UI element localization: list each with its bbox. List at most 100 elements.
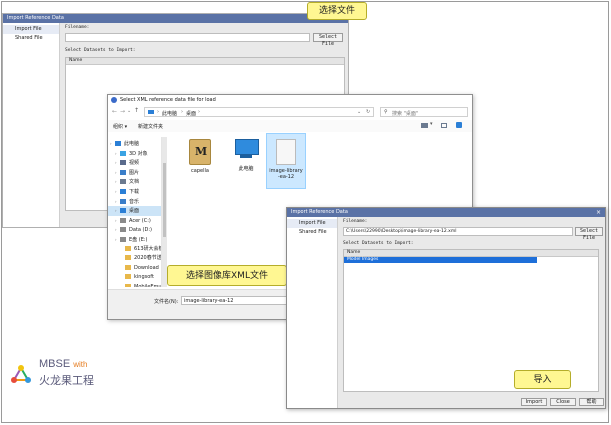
file-item-label: image-library-ea-12 [269, 168, 303, 180]
back-dialog-sidebar: Import File Shared File [3, 23, 60, 227]
logo-with-text: with [73, 360, 88, 369]
back-select-file-button[interactable]: Select File [313, 33, 343, 47]
nav-tree-item-label: 此电脑 [124, 141, 140, 147]
back-arrow-icon[interactable]: ← [112, 108, 117, 115]
nav-tree-item[interactable]: › 此电脑 [108, 139, 161, 149]
address-dropdown-icon[interactable]: ⌄ [357, 109, 361, 115]
filename-label: 文件名(N): [154, 299, 179, 305]
breadcrumb-sep-icon: › [157, 109, 159, 115]
back-sidebar-item-shared-file[interactable]: Shared File [3, 34, 59, 43]
front-filename-input[interactable]: C:\Users\22990\Desktop\image-library-ea-… [343, 227, 573, 236]
forward-arrow-icon[interactable]: → [120, 108, 125, 115]
nav-tree-item[interactable]: kingsoft [108, 273, 161, 283]
import-button[interactable]: Import [521, 398, 547, 406]
preview-pane-icon[interactable] [441, 123, 447, 128]
nav-tree-item-label: Data (D:) [129, 227, 152, 234]
breadcrumb-this-pc[interactable]: 此电脑 [162, 110, 177, 117]
music-icon [120, 198, 126, 204]
logo-company-text: 火龙果工程 [39, 374, 94, 387]
folder-icon [125, 283, 131, 287]
nav-tree-item-label: 视频 [129, 160, 140, 167]
search-icon: ⚲ [384, 109, 388, 115]
close-icon[interactable]: × [596, 208, 601, 217]
nav-tree-item[interactable]: › Acer (C:) [108, 216, 161, 226]
nav-tree-item[interactable]: MobileEmuM [108, 283, 161, 287]
drive-icon [120, 217, 126, 223]
nav-tree-item-label: 桌面 [129, 208, 140, 215]
close-button[interactable]: Close [550, 398, 576, 406]
filename-value: image-library-ea-12 [184, 298, 234, 304]
file-item[interactable]: image-library-ea-12 [266, 133, 306, 189]
nav-tree-item-label: Download [134, 264, 159, 271]
search-box[interactable]: ⚲ 搜索 "桌面" [380, 107, 468, 117]
folder-icon [125, 274, 131, 280]
nav-tree-item-label: 图片 [129, 169, 140, 176]
mbse-logo: MBSE with 火龙果工程 [9, 356, 139, 388]
front-dialog-sidebar: Import File Shared File [287, 217, 338, 408]
nav-tree-item[interactable]: › 桌面 [108, 206, 161, 216]
nav-tree-item[interactable]: › 3D 对象 [108, 149, 161, 159]
file-item-label: capella [191, 168, 209, 174]
download-icon [120, 188, 126, 194]
help-button[interactable]: 帮助 [579, 398, 604, 406]
desktop-icon [120, 208, 126, 214]
folder-icon [125, 245, 131, 251]
nav-tree-item[interactable]: Download [108, 264, 161, 274]
breadcrumb-sep-icon: › [198, 109, 200, 115]
table-row[interactable]: Model Images [344, 257, 537, 263]
callout-select-xml: 选择图像库XML文件 [167, 265, 287, 286]
nav-tree-item[interactable]: › 图片 [108, 168, 161, 178]
archive-letter-icon: M [195, 145, 208, 158]
network-logo-icon [11, 365, 31, 383]
folder-icon [125, 264, 131, 270]
nav-tree-item[interactable]: › 下载 [108, 187, 161, 197]
help-icon[interactable] [456, 122, 462, 128]
navigation-scrollbar[interactable] [162, 137, 167, 287]
back-sidebar-item-import-file[interactable]: Import File [3, 25, 59, 34]
view-options-icon[interactable] [421, 123, 428, 128]
nav-tree-item[interactable]: 2020春节送礼 [108, 254, 161, 264]
back-filename-input[interactable] [65, 33, 310, 42]
back-dialog-titlebar: Import Reference Data [3, 14, 348, 23]
front-dialog-titlebar: Import Reference Data × [287, 208, 605, 217]
callout-select-file: 选择文件 [307, 2, 367, 20]
nav-tree-item[interactable]: › E盘 (E:) [108, 235, 161, 245]
computer-icon [233, 139, 259, 161]
nav-tree-item[interactable]: › 视频 [108, 158, 161, 168]
nav-tree-item-label: E盘 (E:) [129, 236, 148, 243]
nav-tree-item[interactable]: 613研大会模 [108, 245, 161, 255]
logo-line1: MBSE with [39, 358, 87, 370]
front-sidebar-item-import-file[interactable]: Import File [287, 219, 337, 228]
picture-icon [120, 169, 126, 175]
back-dialog-title: Import Reference Data [7, 15, 64, 21]
up-arrow-icon[interactable]: ↑ [134, 107, 139, 114]
nav-tree-item-label: Acer (C:) [129, 217, 151, 224]
filename-input[interactable]: image-library-ea-12 [181, 296, 291, 305]
nav-tree-item-label: 2020春节送礼 [134, 255, 162, 262]
nav-tree-item[interactable]: › 音乐 [108, 197, 161, 207]
file-item[interactable]: 此电脑 [228, 135, 264, 183]
back-datasets-label: Select Datasets to Import: [65, 48, 136, 53]
navigation-scroll-thumb[interactable] [163, 163, 166, 237]
organize-menu[interactable]: 组织 ▾ [113, 123, 127, 130]
recent-chevron-icon[interactable]: ⌄ [127, 108, 131, 114]
view-dropdown-icon[interactable]: ▾ [430, 121, 433, 127]
front-filename-value: C:\Users\22990\Desktop\image-library-ea-… [346, 229, 457, 234]
archive-icon: M [189, 139, 211, 165]
front-filename-label: Filename: [343, 219, 368, 224]
computer-icon [115, 141, 121, 146]
front-dialog-title: Import Reference Data [291, 209, 348, 215]
file-dialog-title: Select XML reference data file for load [120, 97, 216, 103]
breadcrumb-desktop[interactable]: 桌面 [186, 110, 196, 117]
nav-tree-item-label: 下载 [129, 188, 140, 195]
nav-tree-item[interactable]: › Data (D:) [108, 225, 161, 235]
address-bar[interactable]: › 此电脑 › 桌面 › ⌄ ↻ [144, 107, 374, 117]
file-item[interactable]: Mcapella [182, 135, 218, 183]
front-sidebar-item-shared-file[interactable]: Shared File [287, 228, 337, 237]
front-select-file-button[interactable]: Select File [575, 227, 603, 241]
refresh-icon[interactable]: ↻ [366, 109, 370, 115]
new-folder-button[interactable]: 新建文件夹 [138, 123, 163, 130]
drive-icon [120, 236, 126, 242]
nav-tree-item[interactable]: › 文档 [108, 177, 161, 187]
drive-icon [120, 227, 126, 233]
